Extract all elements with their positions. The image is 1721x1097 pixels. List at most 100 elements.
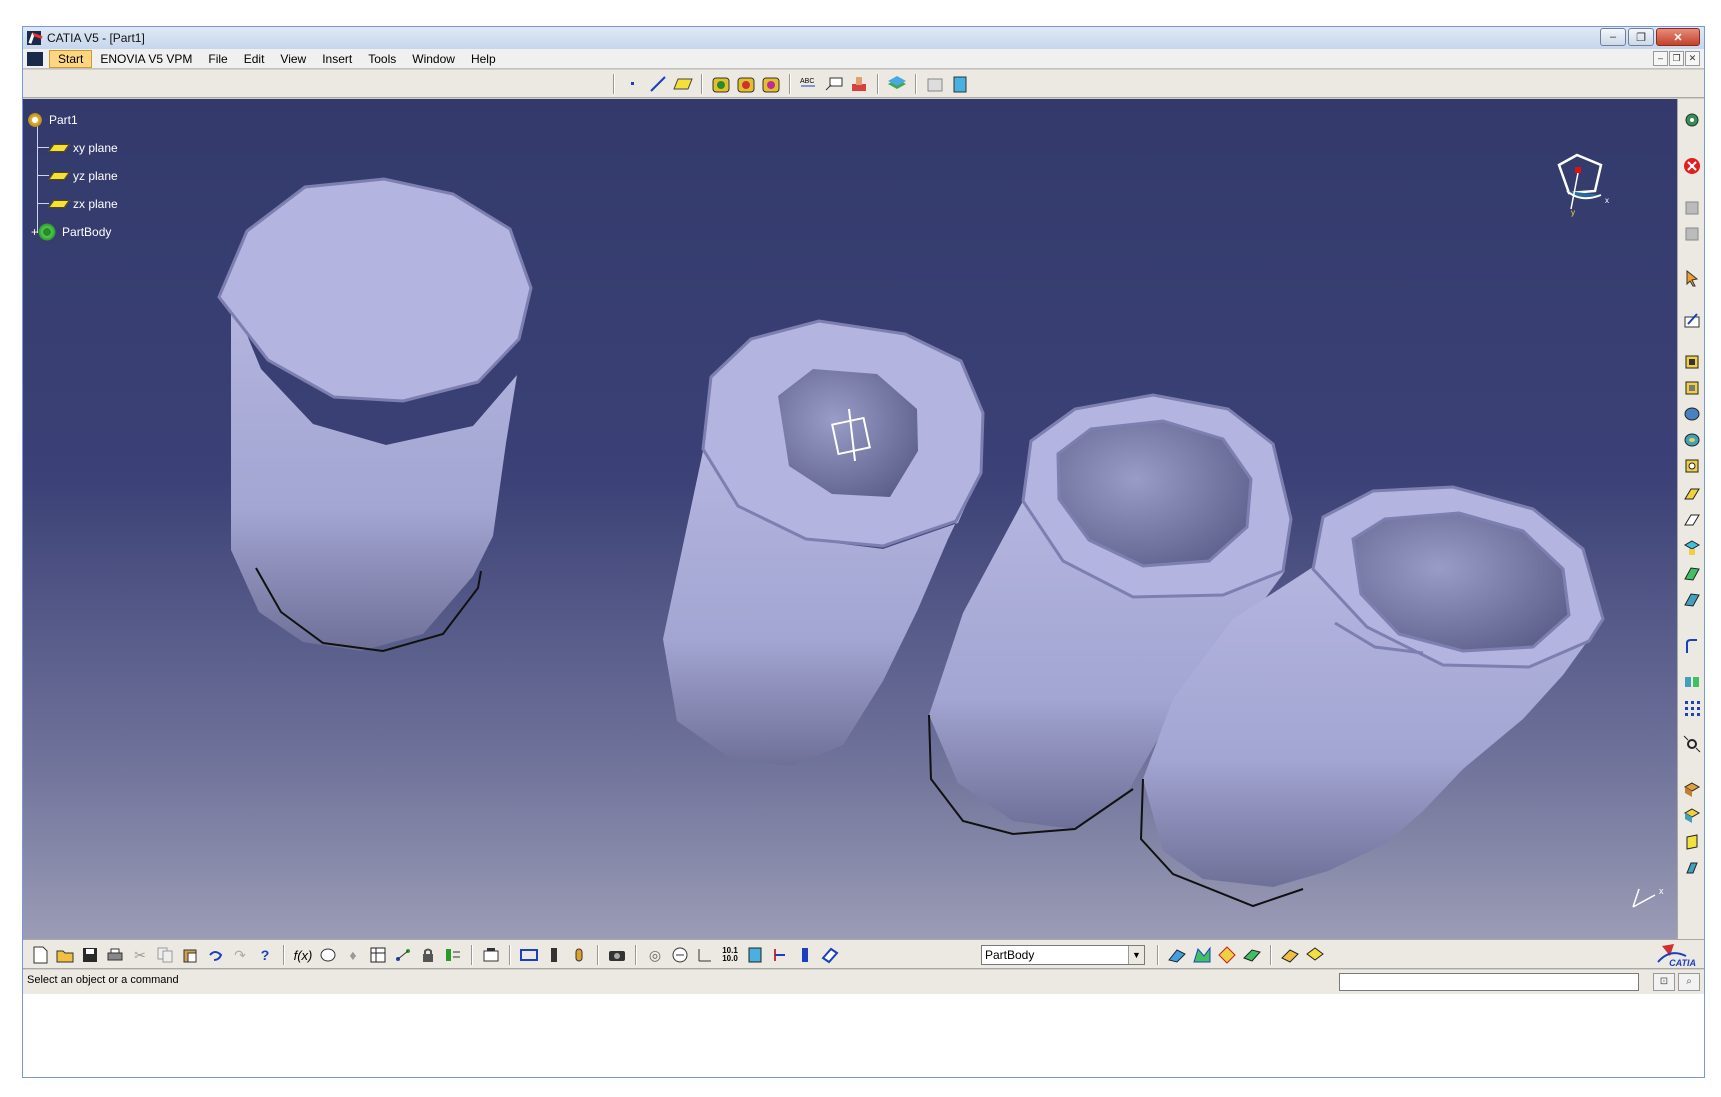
knowledge-icon[interactable] — [317, 944, 339, 966]
tree-node-partbody[interactable]: + PartBody — [31, 223, 111, 241]
help-icon[interactable]: ? — [254, 944, 276, 966]
compass-icon[interactable]: x y — [1549, 151, 1619, 231]
cube-icon[interactable] — [744, 944, 766, 966]
pattern-icon[interactable] — [1681, 697, 1702, 718]
shaft-icon[interactable] — [760, 73, 782, 95]
boolean-icon[interactable] — [1681, 779, 1702, 800]
hide-icon[interactable] — [1681, 197, 1702, 218]
pocket-icon[interactable] — [735, 73, 757, 95]
annotation-icon[interactable] — [823, 73, 845, 95]
tree-node-zx-plane[interactable]: zx plane — [48, 195, 118, 213]
table-icon[interactable] — [367, 944, 389, 966]
doc-restore-button[interactable]: ❐ — [1669, 51, 1684, 66]
select-icon[interactable] — [1681, 267, 1702, 288]
mesh-icon[interactable] — [1241, 944, 1263, 966]
part-geometry[interactable]: x — [23, 99, 1679, 939]
rib-icon[interactable] — [1681, 483, 1702, 504]
tools-icon[interactable] — [1279, 944, 1301, 966]
text-icon[interactable]: ABC — [798, 73, 820, 95]
paste-icon[interactable] — [179, 944, 201, 966]
menu-file[interactable]: File — [200, 49, 235, 69]
redo-icon[interactable]: ↷ — [229, 944, 251, 966]
line-icon[interactable] — [647, 73, 669, 95]
add-icon[interactable] — [1681, 805, 1702, 826]
fit-all-icon[interactable] — [518, 944, 540, 966]
scale-icon[interactable] — [1681, 733, 1702, 754]
show-icon[interactable] — [1681, 223, 1702, 244]
undo-icon[interactable] — [204, 944, 226, 966]
menu-tools[interactable]: Tools — [360, 49, 404, 69]
tree-node-yz-plane[interactable]: yz plane — [48, 167, 118, 185]
tree-node-xy-plane[interactable]: xy plane — [48, 139, 118, 157]
view-icon[interactable] — [924, 73, 946, 95]
command-input[interactable] — [1339, 973, 1639, 991]
pan-icon[interactable] — [543, 944, 565, 966]
menu-start[interactable]: Start — [49, 49, 93, 68]
define-body-icon[interactable] — [819, 944, 841, 966]
power-input-button[interactable]: ⊡ — [1653, 973, 1675, 991]
exit-icon[interactable] — [1681, 155, 1702, 176]
mirror-icon[interactable] — [1681, 671, 1702, 692]
grid-values-icon[interactable]: 10.1 10.0 — [719, 944, 741, 966]
expand-icon[interactable]: + — [31, 225, 38, 239]
assemble-icon[interactable] — [1681, 831, 1702, 852]
measure-icon[interactable] — [848, 73, 870, 95]
formula-icon[interactable]: f(x) — [292, 944, 314, 966]
layer-icon[interactable] — [886, 73, 908, 95]
copy-icon[interactable] — [154, 944, 176, 966]
settings-icon[interactable] — [1681, 109, 1702, 130]
3d-viewport[interactable]: x Part1 xy plane yz plane zx plane + Par… — [23, 99, 1679, 939]
shaft-icon[interactable] — [1681, 403, 1702, 424]
chevron-down-icon[interactable]: ▼ — [1128, 946, 1144, 964]
wireframe-icon[interactable] — [1166, 944, 1188, 966]
solid-cylinder[interactable] — [217, 177, 533, 653]
surface-icon[interactable] — [1191, 944, 1213, 966]
graph-icon[interactable] — [392, 944, 414, 966]
capture-icon[interactable] — [480, 944, 502, 966]
tree-icon[interactable] — [769, 944, 791, 966]
menu-window[interactable]: Window — [404, 49, 463, 69]
menu-insert[interactable]: Insert — [314, 49, 360, 69]
open-icon[interactable] — [54, 944, 76, 966]
tree-node-part1[interactable]: Part1 — [27, 111, 78, 129]
fly-icon[interactable] — [669, 944, 691, 966]
minimize-button[interactable]: – — [1600, 28, 1626, 46]
pad-icon[interactable] — [710, 73, 732, 95]
light-icon[interactable]: ♦ — [342, 944, 364, 966]
pad-icon[interactable] — [1681, 351, 1702, 372]
slot-icon[interactable] — [1681, 509, 1702, 530]
options-icon[interactable] — [1304, 944, 1326, 966]
intersect-icon[interactable] — [1681, 857, 1702, 878]
fillet-icon[interactable] — [1681, 635, 1702, 656]
doc-close-button[interactable]: ✕ — [1685, 51, 1700, 66]
analysis-icon[interactable] — [1216, 944, 1238, 966]
menu-enovia[interactable]: ENOVIA V5 VPM — [92, 49, 200, 69]
menu-edit[interactable]: Edit — [236, 49, 273, 69]
current-body-select[interactable]: PartBody ▼ — [981, 945, 1145, 965]
pocket-icon[interactable] — [1681, 377, 1702, 398]
remove-loft-icon[interactable] — [1681, 589, 1702, 610]
publish-icon[interactable] — [442, 944, 464, 966]
window-icon[interactable] — [949, 73, 971, 95]
save-icon[interactable] — [79, 944, 101, 966]
search-button[interactable]: ⌕ — [1678, 973, 1700, 991]
plane-icon[interactable] — [672, 73, 694, 95]
hole-icon[interactable] — [1681, 455, 1702, 476]
doc-minimize-button[interactable]: – — [1653, 51, 1668, 66]
axis-icon[interactable] — [694, 944, 716, 966]
restore-button[interactable]: ❐ — [1628, 28, 1654, 46]
camera-icon[interactable] — [606, 944, 628, 966]
print-icon[interactable] — [104, 944, 126, 966]
menu-view[interactable]: View — [272, 49, 314, 69]
zoom-icon[interactable] — [568, 944, 590, 966]
point-icon[interactable] — [622, 73, 644, 95]
menu-help[interactable]: Help — [463, 49, 504, 69]
loft-icon[interactable] — [1681, 563, 1702, 584]
rotate-icon[interactable]: ◎ — [644, 944, 666, 966]
groove-icon[interactable] — [1681, 429, 1702, 450]
close-button[interactable]: ✕ — [1656, 28, 1700, 46]
stiffener-icon[interactable] — [1681, 537, 1702, 558]
lock-icon[interactable] — [417, 944, 439, 966]
list-icon[interactable] — [794, 944, 816, 966]
new-icon[interactable] — [29, 944, 51, 966]
